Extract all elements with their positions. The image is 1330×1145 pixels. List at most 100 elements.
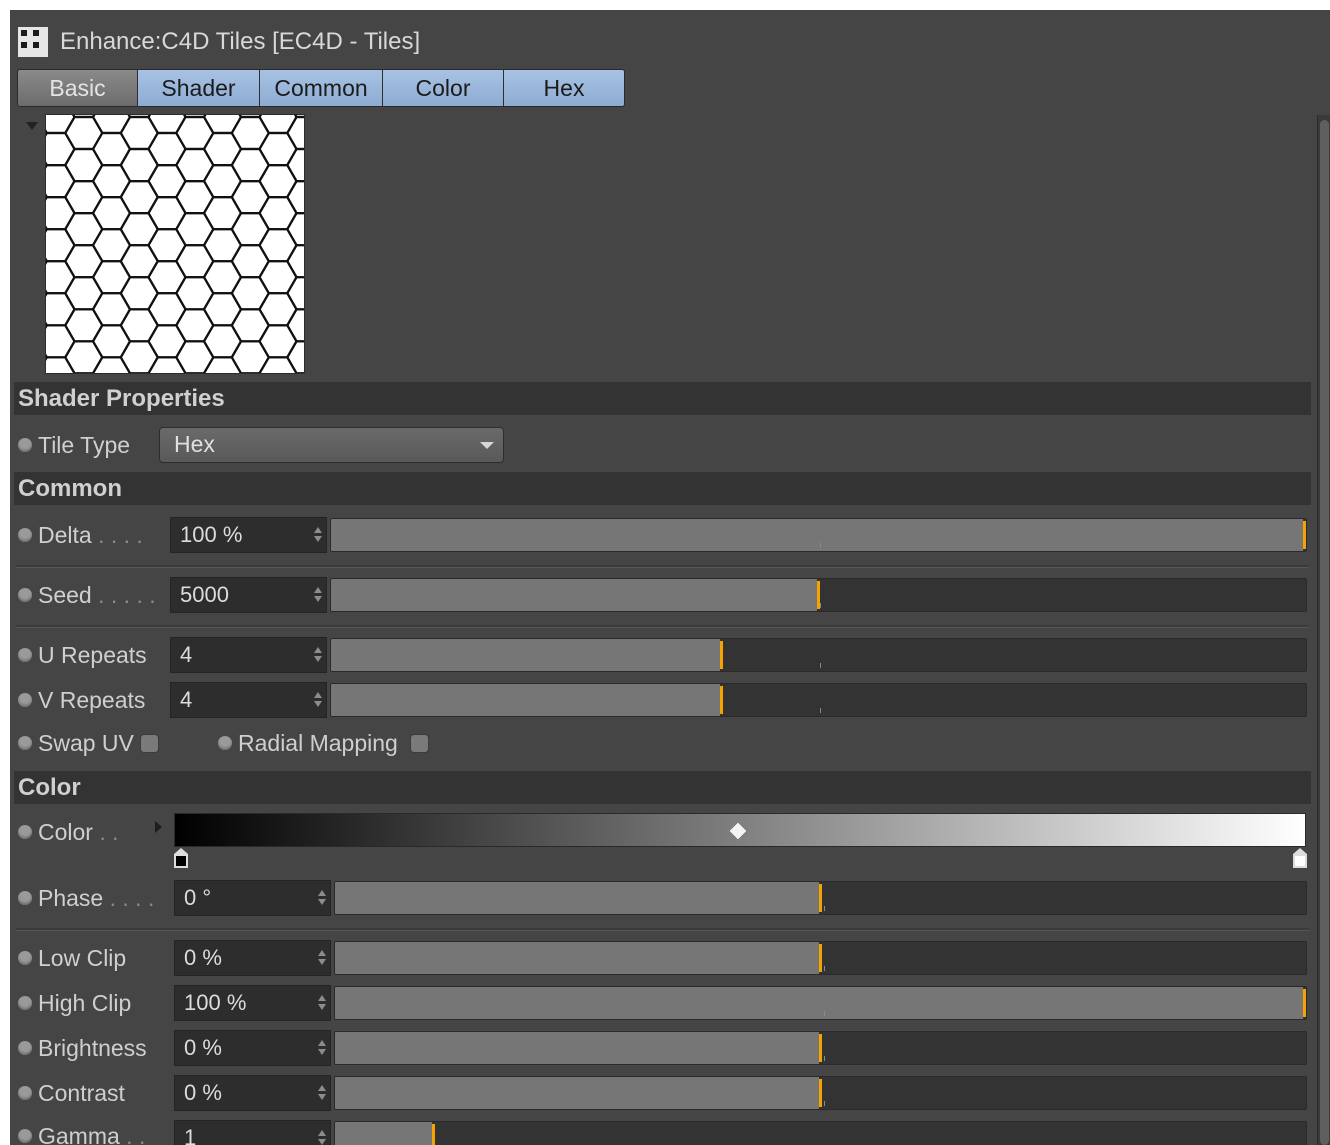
keyframe-dot-icon[interactable] bbox=[218, 736, 232, 750]
phase-field[interactable]: 0 ° bbox=[174, 880, 331, 916]
delta-field[interactable]: 100 % bbox=[170, 517, 327, 553]
keyframe-dot-icon[interactable] bbox=[18, 528, 32, 542]
slider-handle bbox=[819, 1079, 822, 1107]
gamma-row: Gamma . . bbox=[18, 1118, 145, 1145]
tiles-shader-icon bbox=[18, 27, 48, 57]
section-shader-properties[interactable]: Shader Properties bbox=[14, 382, 1311, 415]
divider bbox=[16, 565, 1309, 568]
spinner-arrows-icon[interactable] bbox=[314, 527, 322, 543]
color-gradient-row: Color . . bbox=[18, 814, 119, 850]
tab-color[interactable]: Color bbox=[383, 70, 504, 106]
spinner-arrows-icon[interactable] bbox=[314, 647, 322, 663]
low-clip-field[interactable]: 0 % bbox=[174, 940, 331, 976]
spinner-arrows-icon[interactable] bbox=[314, 587, 322, 603]
seed-slider[interactable] bbox=[330, 578, 1307, 612]
tab-common[interactable]: Common bbox=[260, 70, 383, 106]
slider-handle bbox=[817, 581, 820, 609]
spinner-arrows-icon[interactable] bbox=[318, 1130, 326, 1145]
gradient-knot-end[interactable] bbox=[1292, 848, 1308, 870]
contrast-row: Contrast bbox=[18, 1075, 125, 1111]
section-common[interactable]: Common bbox=[14, 472, 1311, 505]
keyframe-dot-icon[interactable] bbox=[18, 588, 32, 602]
low-clip-row: Low Clip bbox=[18, 940, 126, 976]
tile-type-value: Hex bbox=[174, 431, 215, 457]
hex-cell bbox=[46, 163, 76, 199]
hex-cell bbox=[46, 324, 76, 359]
delta-label: Delta bbox=[38, 521, 92, 548]
divider bbox=[16, 928, 1309, 931]
keyframe-dot-icon[interactable] bbox=[18, 891, 32, 905]
spinner-arrows-icon[interactable] bbox=[318, 1085, 326, 1101]
slider-handle bbox=[720, 641, 723, 669]
gamma-label: Gamma bbox=[38, 1122, 120, 1145]
keyframe-dot-icon[interactable] bbox=[18, 1041, 32, 1055]
spinner-arrows-icon[interactable] bbox=[318, 1040, 326, 1056]
radial-mapping-label: Radial Mapping bbox=[238, 729, 398, 756]
gradient-knot-start[interactable] bbox=[173, 848, 189, 870]
seed-field[interactable]: 5000 bbox=[170, 577, 327, 613]
slider-handle bbox=[819, 884, 822, 912]
low-clip-label: Low Clip bbox=[38, 944, 127, 971]
brightness-field[interactable]: 0 % bbox=[174, 1030, 331, 1066]
u-repeats-field[interactable]: 4 bbox=[170, 637, 327, 673]
tile-type-row: Tile Type bbox=[18, 427, 130, 463]
window-title: Enhance:C4D Tiles [EC4D - Tiles] bbox=[60, 28, 421, 55]
spinner-arrows-icon[interactable] bbox=[318, 890, 326, 906]
collapse-preview-icon[interactable] bbox=[26, 122, 38, 130]
tab-hex[interactable]: Hex bbox=[504, 70, 624, 106]
delta-row: Delta . . . . bbox=[18, 517, 143, 553]
slider-handle bbox=[1303, 989, 1306, 1017]
keyframe-dot-icon[interactable] bbox=[18, 693, 32, 707]
keyframe-dot-icon[interactable] bbox=[18, 825, 32, 839]
hex-cell bbox=[202, 115, 243, 135]
scrollbar-thumb[interactable] bbox=[1320, 120, 1329, 1145]
radial-mapping-checkbox[interactable] bbox=[409, 733, 429, 753]
keyframe-dot-icon[interactable] bbox=[18, 648, 32, 662]
u-repeats-slider[interactable] bbox=[330, 638, 1307, 672]
expand-gradient-icon[interactable] bbox=[155, 821, 162, 833]
high-clip-slider[interactable] bbox=[334, 986, 1307, 1020]
high-clip-field[interactable]: 100 % bbox=[174, 985, 331, 1021]
keyframe-dot-icon[interactable] bbox=[18, 951, 32, 965]
keyframe-dot-icon[interactable] bbox=[18, 996, 32, 1010]
high-clip-label: High Clip bbox=[38, 989, 132, 1016]
keyframe-dot-icon[interactable] bbox=[18, 736, 32, 750]
hex-cell bbox=[286, 211, 304, 247]
gradient-interpolation-handle[interactable] bbox=[728, 821, 748, 841]
section-color[interactable]: Color bbox=[14, 771, 1311, 804]
seed-row: Seed . . . . . bbox=[18, 577, 156, 613]
keyframe-dot-icon[interactable] bbox=[18, 1086, 32, 1100]
hex-cell bbox=[286, 115, 304, 151]
hex-cell bbox=[286, 147, 304, 183]
phase-slider[interactable] bbox=[334, 881, 1307, 915]
high-clip-row: High Clip bbox=[18, 985, 131, 1021]
hex-tile-preview-icon bbox=[46, 115, 304, 373]
keyframe-dot-icon[interactable] bbox=[18, 438, 32, 452]
gamma-field[interactable]: 1 bbox=[174, 1120, 331, 1145]
keyframe-dot-icon[interactable] bbox=[18, 1129, 32, 1143]
spinner-arrows-icon[interactable] bbox=[318, 995, 326, 1011]
tab-bar: Basic Shader Common Color Hex bbox=[17, 69, 625, 107]
contrast-field[interactable]: 0 % bbox=[174, 1075, 331, 1111]
v-repeats-slider[interactable] bbox=[330, 683, 1307, 717]
low-clip-slider[interactable] bbox=[334, 941, 1307, 975]
divider bbox=[16, 625, 1309, 628]
delta-slider[interactable] bbox=[330, 518, 1307, 552]
spinner-arrows-icon[interactable] bbox=[314, 692, 322, 708]
swap-uv-label: Swap UV bbox=[38, 729, 134, 756]
contrast-slider[interactable] bbox=[334, 1076, 1307, 1110]
phase-row: Phase . . . . bbox=[18, 880, 154, 916]
swap-uv-checkbox[interactable] bbox=[139, 733, 159, 753]
color-gradient-bar[interactable] bbox=[174, 813, 1306, 847]
tile-type-dropdown[interactable]: Hex bbox=[159, 427, 504, 463]
brightness-slider[interactable] bbox=[334, 1031, 1307, 1065]
spinner-arrows-icon[interactable] bbox=[318, 950, 326, 966]
tab-basic[interactable]: Basic bbox=[18, 70, 138, 106]
v-repeats-field[interactable]: 4 bbox=[170, 682, 327, 718]
hex-cell bbox=[258, 115, 298, 135]
tab-shader[interactable]: Shader bbox=[138, 70, 260, 106]
gamma-slider[interactable] bbox=[334, 1121, 1307, 1145]
u-repeats-label: U Repeats bbox=[38, 641, 147, 668]
hex-cell bbox=[286, 244, 304, 279]
hex-cell bbox=[46, 195, 76, 231]
